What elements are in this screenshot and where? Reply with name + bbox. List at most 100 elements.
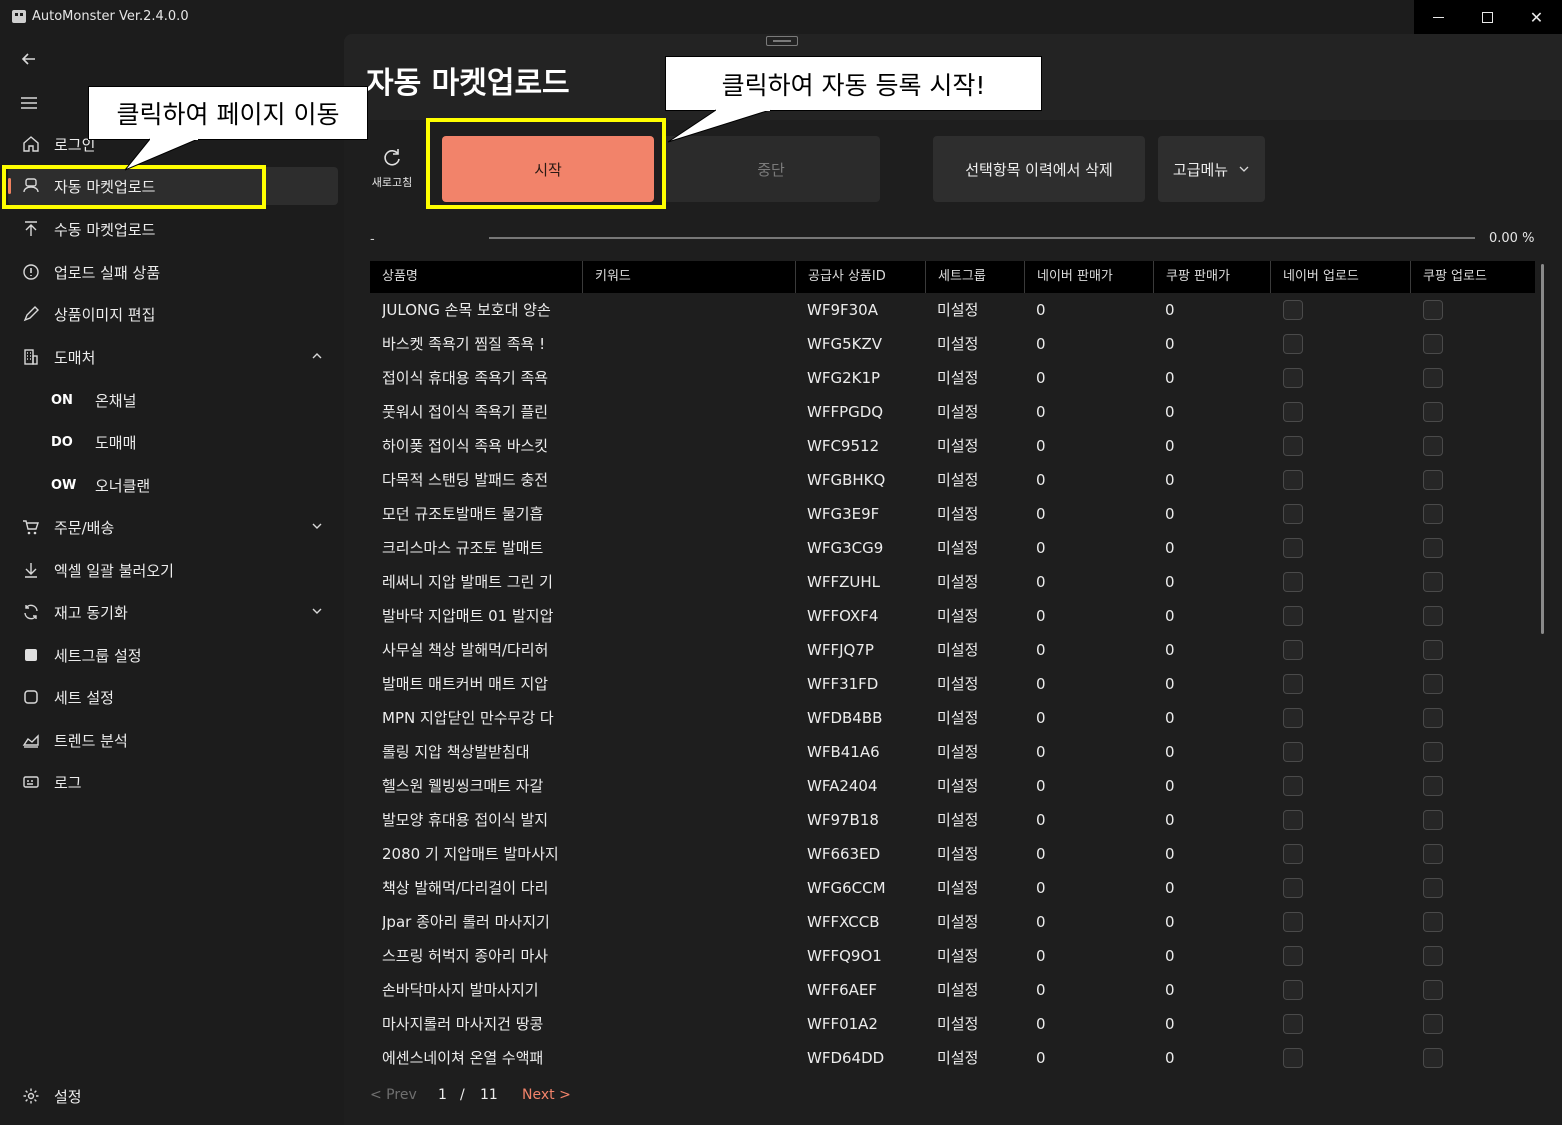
coupang-upload-checkbox[interactable]	[1423, 572, 1443, 592]
coupang-upload-checkbox[interactable]	[1423, 402, 1443, 422]
naver-upload-checkbox[interactable]	[1283, 402, 1303, 422]
coupang-upload-checkbox[interactable]	[1423, 436, 1443, 456]
column-header[interactable]: 네이버 업로드	[1270, 261, 1410, 293]
naver-upload-checkbox[interactable]	[1283, 504, 1303, 524]
table-row[interactable]: 레써니 지압 발매트 그린 기 WFFZUHL 미설정 0 0	[370, 565, 1535, 599]
coupang-upload-checkbox[interactable]	[1423, 708, 1443, 728]
back-arrow-icon[interactable]	[18, 48, 40, 70]
sidebar-item-orders[interactable]: 주문/배송	[8, 508, 338, 546]
coupang-upload-checkbox[interactable]	[1423, 878, 1443, 898]
coupang-upload-checkbox[interactable]	[1423, 300, 1443, 320]
naver-upload-checkbox[interactable]	[1283, 368, 1303, 388]
naver-upload-checkbox[interactable]	[1283, 334, 1303, 354]
column-header[interactable]: 세트그룹	[925, 261, 1024, 293]
coupang-upload-checkbox[interactable]	[1423, 844, 1443, 864]
table-row[interactable]: 롤링 지압 책상발받침대 WFB41A6 미설정 0 0	[370, 735, 1535, 769]
column-header[interactable]: 상품명	[370, 261, 582, 293]
table-row[interactable]: 마사지롤러 마사지건 땅콩 WFF01A2 미설정 0 0	[370, 1007, 1535, 1041]
table-row[interactable]: 발매트 매트커버 매트 지압 WFF31FD 미설정 0 0	[370, 667, 1535, 701]
table-row[interactable]: 헬스원 웰빙씽크매트 자갈 WFA2404 미설정 0 0	[370, 769, 1535, 803]
coupang-upload-checkbox[interactable]	[1423, 810, 1443, 830]
coupang-upload-checkbox[interactable]	[1423, 742, 1443, 762]
prev-page-link[interactable]: < Prev	[370, 1087, 417, 1103]
table-row[interactable]: 에센스네이쳐 온열 수액패 WFD64DD 미설정 0 0	[370, 1041, 1535, 1075]
sidebar-item-excel-import[interactable]: 엑셀 일괄 불러오기	[8, 551, 338, 589]
coupang-upload-checkbox[interactable]	[1423, 334, 1443, 354]
table-row[interactable]: MPN 지압닫인 만수무강 다 WFDB4BB 미설정 0 0	[370, 701, 1535, 735]
drag-handle-icon[interactable]	[766, 36, 798, 46]
next-page-link[interactable]: Next >	[522, 1087, 571, 1103]
close-button[interactable]: ✕	[1512, 0, 1561, 34]
column-header[interactable]: 공급사 상품ID	[795, 261, 925, 293]
naver-upload-checkbox[interactable]	[1283, 844, 1303, 864]
column-header[interactable]: 쿠팡 업로드	[1410, 261, 1535, 293]
coupang-upload-checkbox[interactable]	[1423, 470, 1443, 490]
table-row[interactable]: 하이퐂 접이식 족욕 바스킷 WFC9512 미설정 0 0	[370, 429, 1535, 463]
sidebar-subitem-onchannel[interactable]: ON 온채널	[8, 381, 338, 419]
column-header[interactable]: 쿠팡 판매가	[1153, 261, 1270, 293]
naver-upload-checkbox[interactable]	[1283, 946, 1303, 966]
naver-upload-checkbox[interactable]	[1283, 606, 1303, 626]
coupang-upload-checkbox[interactable]	[1423, 946, 1443, 966]
table-row[interactable]: 2080 기 지압매트 발마사지 WF663ED 미설정 0 0	[370, 837, 1535, 871]
naver-upload-checkbox[interactable]	[1283, 640, 1303, 660]
maximize-button[interactable]	[1463, 0, 1512, 34]
naver-upload-checkbox[interactable]	[1283, 776, 1303, 796]
table-row[interactable]: 스프링 허벅지 종아리 마사 WFFQ9O1 미설정 0 0	[370, 939, 1535, 973]
coupang-upload-checkbox[interactable]	[1423, 538, 1443, 558]
coupang-upload-checkbox[interactable]	[1423, 368, 1443, 388]
sidebar-item-image-edit[interactable]: 상품이미지 편집	[8, 295, 338, 333]
hamburger-menu-icon[interactable]	[18, 92, 40, 114]
naver-upload-checkbox[interactable]	[1283, 708, 1303, 728]
refresh-button[interactable]: 새로고침	[362, 146, 422, 196]
table-row[interactable]: 바스켓 족욕기 찜질 족욕 ! WFG5KZV 미설정 0 0	[370, 327, 1535, 361]
naver-upload-checkbox[interactable]	[1283, 980, 1303, 1000]
table-row[interactable]: JULONG 손목 보호대 양손 WF9F30A 미설정 0 0	[370, 293, 1535, 327]
coupang-upload-checkbox[interactable]	[1423, 912, 1443, 932]
naver-upload-checkbox[interactable]	[1283, 674, 1303, 694]
minimize-button[interactable]	[1414, 0, 1463, 34]
sidebar-subitem-ownerclan[interactable]: OW 오너클랜	[8, 466, 338, 504]
sidebar-item-wholesale[interactable]: 도매처	[8, 338, 338, 376]
table-row[interactable]: 사무실 책상 발해먹/다리허 WFFJQ7P 미설정 0 0	[370, 633, 1535, 667]
naver-upload-checkbox[interactable]	[1283, 538, 1303, 558]
naver-upload-checkbox[interactable]	[1283, 1014, 1303, 1034]
coupang-upload-checkbox[interactable]	[1423, 1048, 1443, 1068]
column-header[interactable]: 키워드	[582, 261, 795, 293]
coupang-upload-checkbox[interactable]	[1423, 980, 1443, 1000]
sidebar-item-manual-upload[interactable]: 수동 마켓업로드	[8, 210, 338, 248]
sidebar-item-set-settings[interactable]: 세트 설정	[8, 678, 338, 716]
sidebar-item-settings[interactable]: 설정	[8, 1077, 338, 1115]
sidebar-item-stock-sync[interactable]: 재고 동기화	[8, 593, 338, 631]
table-row[interactable]: 손바닥마사지 발마사지기 WFF6AEF 미설정 0 0	[370, 973, 1535, 1007]
sidebar-item-setgroup-settings[interactable]: 세트그룹 설정	[8, 636, 338, 674]
advanced-menu-button[interactable]: 고급메뉴	[1158, 136, 1265, 202]
table-row[interactable]: Jpar 종아리 롤러 마사지기 WFFXCCB 미설정 0 0	[370, 905, 1535, 939]
naver-upload-checkbox[interactable]	[1283, 878, 1303, 898]
column-header[interactable]: 네이버 판매가	[1024, 261, 1153, 293]
table-row[interactable]: 풋워시 접이식 족욕기 플린 WFFPGDQ 미설정 0 0	[370, 395, 1535, 429]
sidebar-item-upload-failed[interactable]: 업로드 실패 상품	[8, 253, 338, 291]
delete-from-history-button[interactable]: 선택항목 이력에서 삭제	[933, 136, 1145, 202]
coupang-upload-checkbox[interactable]	[1423, 674, 1443, 694]
table-row[interactable]: 책상 발해먹/다리걸이 다리 WFG6CCM 미설정 0 0	[370, 871, 1535, 905]
table-row[interactable]: 다목적 스탠딩 발패드 충전 WFGBHKQ 미설정 0 0	[370, 463, 1535, 497]
naver-upload-checkbox[interactable]	[1283, 300, 1303, 320]
naver-upload-checkbox[interactable]	[1283, 572, 1303, 592]
coupang-upload-checkbox[interactable]	[1423, 776, 1443, 796]
coupang-upload-checkbox[interactable]	[1423, 1014, 1443, 1034]
sidebar-item-trend-analysis[interactable]: 트렌드 분석	[8, 721, 338, 759]
table-row[interactable]: 모던 규조토발매트 물기흡 WFG3E9F 미설정 0 0	[370, 497, 1535, 531]
coupang-upload-checkbox[interactable]	[1423, 504, 1443, 524]
sidebar-item-log[interactable]: 로그	[8, 763, 338, 801]
naver-upload-checkbox[interactable]	[1283, 912, 1303, 932]
naver-upload-checkbox[interactable]	[1283, 1048, 1303, 1068]
table-row[interactable]: 발모양 휴대용 접이식 발지 WF97B18 미설정 0 0	[370, 803, 1535, 837]
naver-upload-checkbox[interactable]	[1283, 810, 1303, 830]
naver-upload-checkbox[interactable]	[1283, 470, 1303, 490]
coupang-upload-checkbox[interactable]	[1423, 606, 1443, 626]
table-row[interactable]: 크리스마스 규조토 발매트 WFG3CG9 미설정 0 0	[370, 531, 1535, 565]
table-row[interactable]: 발바닥 지압매트 01 발지압 WFFOXF4 미설정 0 0	[370, 599, 1535, 633]
naver-upload-checkbox[interactable]	[1283, 742, 1303, 762]
stop-button[interactable]: 중단	[662, 136, 880, 202]
